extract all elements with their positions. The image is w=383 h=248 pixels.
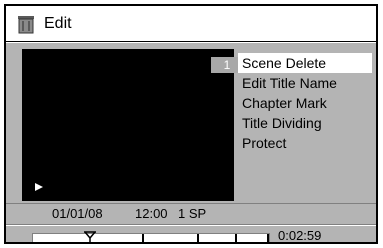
edit-screen: Edit 1 Scene Delete Edit Title Name Chap…	[4, 4, 378, 244]
chapter-marker	[267, 234, 269, 242]
chapter-marker	[197, 234, 199, 242]
video-preview: 1	[22, 49, 243, 201]
info-bar: 01/01/08 12:00 1 SP	[6, 203, 376, 225]
edit-main-panel: 1 Scene Delete Edit Title Name Chapter M…	[6, 43, 376, 203]
position-cursor-icon[interactable]	[83, 231, 97, 242]
menu-item-chapter-mark[interactable]: Chapter Mark	[238, 93, 376, 113]
menu-item-scene-delete[interactable]: Scene Delete	[238, 53, 372, 73]
recording-time: 12:00	[135, 206, 168, 221]
play-icon	[34, 179, 44, 191]
menu-item-edit-title-name[interactable]: Edit Title Name	[238, 73, 376, 93]
chapter-marker	[142, 234, 144, 242]
timeline-track[interactable]	[32, 231, 270, 242]
recording-mode: 1 SP	[178, 206, 207, 221]
chapter-marker	[235, 234, 237, 242]
trash-bin-icon	[16, 14, 36, 34]
edit-menu: Scene Delete Edit Title Name Chapter Mar…	[238, 53, 376, 153]
recording-date: 01/01/08	[52, 206, 103, 221]
page-title: Edit	[44, 15, 72, 32]
menu-item-protect[interactable]: Protect	[238, 133, 376, 153]
timeline-bar: 0:02:59	[6, 226, 376, 243]
title-bar: Edit	[6, 6, 376, 42]
elapsed-time: 0:02:59	[278, 228, 322, 243]
menu-item-title-dividing[interactable]: Title Dividing	[238, 113, 376, 133]
